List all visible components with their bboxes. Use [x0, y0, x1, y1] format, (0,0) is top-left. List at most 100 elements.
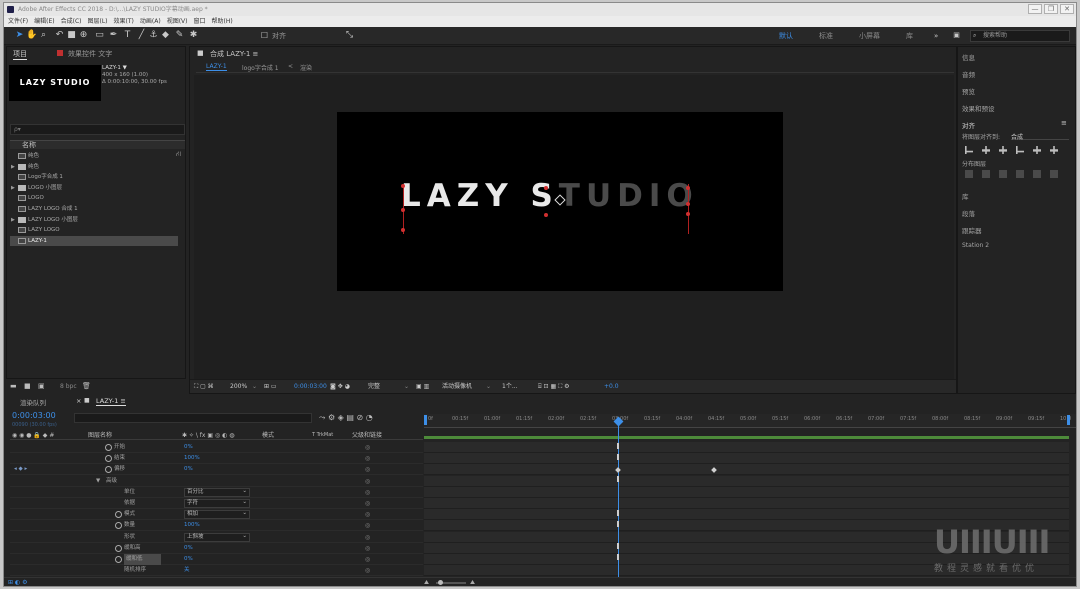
expression-pickwhip-icon[interactable]: ◎ — [365, 476, 370, 487]
shape-tool-icon[interactable]: ▭ — [94, 30, 105, 41]
menu-composition[interactable]: 合成(C) — [61, 16, 82, 27]
panel-align-title[interactable]: 对齐 — [962, 120, 1072, 130]
property-value[interactable]: 0% — [184, 543, 193, 554]
col-trkmat[interactable]: T TrkMat — [312, 431, 333, 440]
property-value[interactable]: 100% — [184, 520, 200, 531]
timeline-property-row[interactable]: 数量 100% ◎ — [10, 520, 423, 532]
panel-tracker[interactable]: 跟踪器 — [962, 225, 1072, 235]
stopwatch-icon[interactable] — [105, 466, 112, 474]
keyframe[interactable] — [617, 554, 619, 560]
project-column-name[interactable]: 名称 — [10, 140, 185, 149]
timeline-property-row[interactable]: ▼ 高级 ◎ — [10, 476, 423, 487]
timeline-property-row[interactable]: 缓和低 0% ◎ — [10, 554, 423, 565]
camera-tool-icon[interactable]: ■ — [66, 30, 77, 41]
type-tool-icon[interactable]: T — [122, 30, 133, 41]
timeline-track[interactable] — [424, 475, 1069, 487]
workspace-library[interactable]: 库 — [906, 27, 913, 45]
property-value[interactable]: 100% — [184, 453, 200, 464]
workspace-small-screen[interactable]: 小屏幕 — [859, 27, 880, 45]
range-handle[interactable] — [686, 202, 690, 206]
timeline-property-row[interactable]: 依据 字符 ⌄ ◎ — [10, 498, 423, 509]
keyframe[interactable] — [617, 476, 619, 482]
delete-icon[interactable]: 🗑 — [82, 382, 91, 390]
menu-view[interactable]: 视图(V) — [167, 16, 188, 27]
expression-pickwhip-icon[interactable]: ◎ — [365, 554, 370, 565]
work-area-bar[interactable] — [424, 436, 1069, 439]
property-dropdown[interactable]: 字符 ⌄ — [184, 499, 250, 508]
panel-audio[interactable]: 音频 — [962, 69, 1072, 79]
work-area-start-handle[interactable] — [424, 415, 427, 425]
property-value[interactable]: 0% — [184, 464, 193, 475]
breadcrumb-render[interactable]: 渲染 — [300, 63, 312, 72]
expand-arrow-icon[interactable]: ▶ — [11, 215, 15, 225]
project-item[interactable]: 纯色 — [10, 151, 178, 161]
exposure-value[interactable]: +0.0 — [604, 380, 619, 393]
timeline-current-time[interactable]: 0:00:03:00 — [12, 411, 56, 420]
timeline-track[interactable] — [424, 464, 1069, 476]
camera-dropdown[interactable]: 活动摄像机 — [442, 380, 472, 393]
property-dropdown[interactable]: 上斜坡 ⌄ — [184, 532, 250, 542]
range-handle[interactable] — [401, 228, 405, 232]
zoom-dropdown[interactable]: 200% — [230, 380, 247, 393]
timeline-ruler[interactable]: 0f00:15f01:00f01:15f02:00f02:15f03:00f03… — [424, 414, 1076, 428]
panel-info[interactable]: 信息 — [962, 52, 1072, 62]
project-item[interactable]: Logo字合成 1 — [10, 172, 178, 182]
workspace-menu-icon[interactable]: ▣ — [951, 30, 962, 41]
timeline-property-row[interactable]: ◂ ◆ ▸ 偏移 0% ◎ — [10, 464, 423, 476]
puppet-pin-tool-icon[interactable]: ✱ — [188, 30, 199, 41]
panel-paragraph[interactable]: 段落 — [962, 208, 1072, 218]
keyframe[interactable] — [617, 543, 619, 549]
zoom-out-icon[interactable]: ⛰ — [424, 579, 429, 586]
pen-tool-icon[interactable]: ✒ — [108, 30, 119, 41]
range-handle[interactable] — [401, 208, 405, 212]
expression-pickwhip-icon[interactable]: ◎ — [365, 520, 370, 531]
keyframe[interactable] — [617, 521, 619, 527]
timeline-property-row[interactable]: 单位 百分比 ⌄ ◎ — [10, 487, 423, 498]
always-preview-icon[interactable]: ⛶ ▢ ⌘ — [194, 380, 214, 393]
panel-preview[interactable]: 预览 — [962, 86, 1072, 96]
timeline-track[interactable] — [424, 442, 1069, 453]
workspace-more-icon[interactable]: » — [934, 27, 938, 45]
interpret-footage-icon[interactable]: ▬ — [10, 382, 17, 390]
expression-pickwhip-icon[interactable]: ◎ — [365, 487, 370, 498]
help-search-input[interactable]: ⌕ 搜索帮助 — [970, 30, 1070, 42]
hand-tool-icon[interactable]: ✋ — [26, 30, 37, 41]
stopwatch-icon[interactable] — [115, 511, 122, 519]
snap-options-icon[interactable]: ⤡ — [344, 30, 355, 41]
camera-chevron-icon[interactable]: ⌄ — [486, 380, 491, 393]
expand-arrow-icon[interactable]: ▶ — [11, 162, 15, 172]
zoom-in-icon[interactable]: ⛰ — [470, 579, 475, 586]
resolution-chevron-icon[interactable]: ⌄ — [404, 380, 409, 393]
close-icon[interactable]: × — [76, 397, 81, 405]
project-search-input[interactable]: ρ▾ — [10, 124, 185, 135]
composition-tab[interactable]: 合成 LAZY-1 ≡ — [210, 49, 258, 59]
distribute-layer-icon[interactable] — [999, 170, 1007, 178]
twirl-down-icon[interactable]: ▼ — [96, 476, 100, 487]
timeline-zoom-thumb[interactable] — [438, 580, 443, 585]
pan-behind-tool-icon[interactable]: ⊕ — [78, 30, 89, 41]
range-handle[interactable] — [686, 186, 690, 190]
expression-pickwhip-icon[interactable]: ◎ — [365, 442, 370, 453]
menu-window[interactable]: 窗口 — [193, 16, 205, 27]
zoom-tool-icon[interactable]: ⌕ — [38, 30, 49, 41]
workspace-default[interactable]: 默认 — [779, 27, 793, 45]
distribute-layer-icon[interactable] — [1050, 170, 1058, 178]
av-switch-icons[interactable]: ◉ ◉ ● 🔒 ◆ # — [12, 431, 54, 440]
project-item[interactable]: ▶ LAZY LOGO 小图层 — [10, 215, 178, 225]
layer-switches-icons[interactable]: ✱ ✧ \ fx ▣ ◎ ◐ ◍ — [182, 431, 234, 440]
views-dropdown[interactable]: 1个... — [502, 380, 518, 393]
text-range-end-bar[interactable] — [688, 184, 689, 234]
range-handle[interactable] — [544, 186, 548, 190]
expression-pickwhip-icon[interactable]: ◎ — [365, 532, 370, 543]
range-handle[interactable] — [686, 212, 690, 216]
safe-margins-icon[interactable]: ⊞ ▭ — [264, 380, 277, 393]
menu-file[interactable]: 文件(F) — [8, 16, 28, 27]
brush-tool-icon[interactable]: ╱ — [136, 30, 147, 41]
snapshot-icon[interactable]: ◙ ✥ ◕ — [330, 380, 350, 393]
breadcrumb-lazy1[interactable]: LAZY-1 — [206, 63, 227, 71]
range-handle[interactable] — [401, 184, 405, 188]
timeline-switches-icons[interactable]: ⤳ ⚙ ◈ ▤ ⊘ ◔ — [319, 413, 373, 423]
work-area-end-handle[interactable] — [1067, 415, 1070, 425]
maximize-button[interactable]: ❐ — [1044, 4, 1058, 14]
stopwatch-icon[interactable] — [105, 444, 112, 451]
